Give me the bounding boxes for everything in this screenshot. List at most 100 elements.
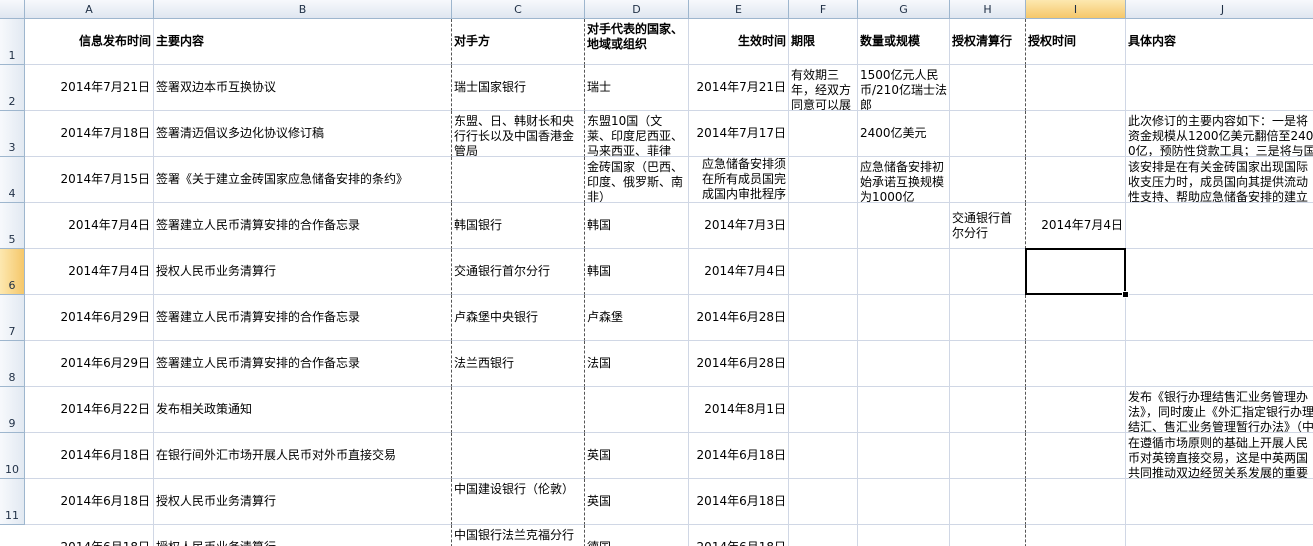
cell-c3[interactable]: 东盟、日、韩财长和央行行长以及中国香港金管局 bbox=[452, 111, 585, 157]
cell-b5[interactable]: 签署建立人民币清算安排的合作备忘录 bbox=[154, 203, 452, 249]
cell-e3[interactable]: 2014年7月17日 bbox=[689, 111, 789, 157]
cell-e5[interactable]: 2014年7月3日 bbox=[689, 203, 789, 249]
cell-c10[interactable] bbox=[452, 433, 585, 479]
cell-i12[interactable] bbox=[1026, 525, 1126, 546]
cell-b10[interactable]: 在银行间外汇市场开展人民币对外币直接交易 bbox=[154, 433, 452, 479]
cell-d11[interactable]: 英国 bbox=[585, 479, 689, 525]
cell-c12[interactable]: 中国银行法兰克福分行 bbox=[452, 525, 585, 546]
cell-j11[interactable] bbox=[1126, 479, 1313, 525]
cell-d9[interactable] bbox=[585, 387, 689, 433]
cell-i10[interactable] bbox=[1026, 433, 1126, 479]
cell-a6[interactable]: 2014年7月4日 bbox=[25, 249, 154, 295]
cell-i3[interactable] bbox=[1026, 111, 1126, 157]
cell-b8[interactable]: 签署建立人民币清算安排的合作备忘录 bbox=[154, 341, 452, 387]
cell-a5[interactable]: 2014年7月4日 bbox=[25, 203, 154, 249]
cell-e9[interactable]: 2014年8月1日 bbox=[689, 387, 789, 433]
cell-h7[interactable] bbox=[950, 295, 1026, 341]
cell-e8[interactable]: 2014年6月28日 bbox=[689, 341, 789, 387]
cell-a12[interactable]: 2014年6月18日 bbox=[25, 525, 154, 546]
cell-b12[interactable]: 授权人民币业务清算行 bbox=[154, 525, 452, 546]
cell-e11[interactable]: 2014年6月18日 bbox=[689, 479, 789, 525]
row-header-4[interactable]: 4 bbox=[0, 157, 25, 203]
cell-j9[interactable]: 发布《银行办理结售汇业务管理办法》，同时废止《外汇指定银行办理结汇、售汇业务管理… bbox=[1126, 387, 1313, 433]
column-header-j[interactable]: J bbox=[1126, 0, 1313, 19]
cell-d5[interactable]: 韩国 bbox=[585, 203, 689, 249]
cell-b3[interactable]: 签署清迈倡议多边化协议修订稿 bbox=[154, 111, 452, 157]
cell-e4[interactable]: 应急储备安排须在所有成员国完成国内审批程序 bbox=[689, 157, 789, 203]
cell-a8[interactable]: 2014年6月29日 bbox=[25, 341, 154, 387]
row-header-8[interactable]: 8 bbox=[0, 341, 25, 387]
cell-j5[interactable] bbox=[1126, 203, 1313, 249]
cell-g6[interactable] bbox=[858, 249, 950, 295]
cell-g3[interactable]: 2400亿美元 bbox=[858, 111, 950, 157]
cell-b2[interactable]: 签署双边本币互换协议 bbox=[154, 65, 452, 111]
cell-i8[interactable] bbox=[1026, 341, 1126, 387]
cell-b1[interactable]: 主要内容 bbox=[154, 19, 452, 65]
cell-i2[interactable] bbox=[1026, 65, 1126, 111]
cell-j4[interactable]: 该安排是在有关金砖国家出现国际收支压力时，成员国向其提供流动性支持、帮助应急储备… bbox=[1126, 157, 1313, 203]
cell-e6[interactable]: 2014年7月4日 bbox=[689, 249, 789, 295]
cell-j1[interactable]: 具体内容 bbox=[1126, 19, 1313, 65]
column-header-i[interactable]: I bbox=[1026, 0, 1126, 19]
cell-d2[interactable]: 瑞士 bbox=[585, 65, 689, 111]
cell-d4[interactable]: 金砖国家（巴西、印度、俄罗斯、南非） bbox=[585, 157, 689, 203]
cell-f1[interactable]: 期限 bbox=[789, 19, 858, 65]
row-header-7[interactable]: 7 bbox=[0, 295, 25, 341]
row-header-6[interactable]: 6 bbox=[0, 249, 25, 295]
cell-h6[interactable] bbox=[950, 249, 1026, 295]
column-header-f[interactable]: F bbox=[789, 0, 858, 19]
cell-g4[interactable]: 应急储备安排初始承诺互换规模为1000亿 bbox=[858, 157, 950, 203]
column-header-d[interactable]: D bbox=[585, 0, 689, 19]
cell-i5[interactable]: 2014年7月4日 bbox=[1026, 203, 1126, 249]
column-header-c[interactable]: C bbox=[452, 0, 585, 19]
cell-h5[interactable]: 交通银行首尔分行 bbox=[950, 203, 1026, 249]
cell-f4[interactable] bbox=[789, 157, 858, 203]
cell-f11[interactable] bbox=[789, 479, 858, 525]
cell-d6[interactable]: 韩国 bbox=[585, 249, 689, 295]
cell-e12[interactable]: 2014年6月18日 bbox=[689, 525, 789, 546]
cell-h3[interactable] bbox=[950, 111, 1026, 157]
cell-f7[interactable] bbox=[789, 295, 858, 341]
cell-c11[interactable]: 中国建设银行（伦敦） bbox=[452, 479, 585, 525]
cell-h10[interactable] bbox=[950, 433, 1026, 479]
cell-d1[interactable]: 对手代表的国家、地域或组织 bbox=[585, 19, 689, 65]
cell-h1[interactable]: 授权清算行 bbox=[950, 19, 1026, 65]
row-header-1[interactable]: 1 bbox=[0, 19, 25, 65]
cell-c5[interactable]: 韩国银行 bbox=[452, 203, 585, 249]
cell-d8[interactable]: 法国 bbox=[585, 341, 689, 387]
row-header-9[interactable]: 9 bbox=[0, 387, 25, 433]
cell-g12[interactable] bbox=[858, 525, 950, 546]
cell-f5[interactable] bbox=[789, 203, 858, 249]
cell-g11[interactable] bbox=[858, 479, 950, 525]
cell-a10[interactable]: 2014年6月18日 bbox=[25, 433, 154, 479]
row-header-11[interactable]: 11 bbox=[0, 479, 25, 525]
column-header-a[interactable]: A bbox=[25, 0, 154, 19]
cell-h9[interactable] bbox=[950, 387, 1026, 433]
cell-b7[interactable]: 签署建立人民币清算安排的合作备忘录 bbox=[154, 295, 452, 341]
cell-c6[interactable]: 交通银行首尔分行 bbox=[452, 249, 585, 295]
cell-a4[interactable]: 2014年7月15日 bbox=[25, 157, 154, 203]
cell-b11[interactable]: 授权人民币业务清算行 bbox=[154, 479, 452, 525]
select-all-corner[interactable] bbox=[0, 0, 25, 19]
cell-a9[interactable]: 2014年6月22日 bbox=[25, 387, 154, 433]
cell-a7[interactable]: 2014年6月29日 bbox=[25, 295, 154, 341]
cell-e1[interactable]: 生效时间 bbox=[689, 19, 789, 65]
cell-h4[interactable] bbox=[950, 157, 1026, 203]
cell-b9[interactable]: 发布相关政策通知 bbox=[154, 387, 452, 433]
cell-j2[interactable] bbox=[1126, 65, 1313, 111]
spreadsheet-grid[interactable]: A B C D E F G H I J 1 2 3 4 5 6 7 8 9 10 11 信息发布时间 主要内容 对手方 对手代表… bbox=[0, 0, 1313, 546]
cell-f9[interactable] bbox=[789, 387, 858, 433]
cell-i11[interactable] bbox=[1026, 479, 1126, 525]
row-header-10[interactable]: 10 bbox=[0, 433, 25, 479]
cell-j7[interactable] bbox=[1126, 295, 1313, 341]
cell-f12[interactable] bbox=[789, 525, 858, 546]
cell-h2[interactable] bbox=[950, 65, 1026, 111]
cell-f8[interactable] bbox=[789, 341, 858, 387]
cell-a3[interactable]: 2014年7月18日 bbox=[25, 111, 154, 157]
cell-c7[interactable]: 卢森堡中央银行 bbox=[452, 295, 585, 341]
cell-j3[interactable]: 此次修订的主要内容如下：一是将资金规模从1200亿美元翻倍至2400亿，预防性贷… bbox=[1126, 111, 1313, 157]
cell-c8[interactable]: 法兰西银行 bbox=[452, 341, 585, 387]
cell-c9[interactable] bbox=[452, 387, 585, 433]
cell-i7[interactable] bbox=[1026, 295, 1126, 341]
column-header-e[interactable]: E bbox=[689, 0, 789, 19]
